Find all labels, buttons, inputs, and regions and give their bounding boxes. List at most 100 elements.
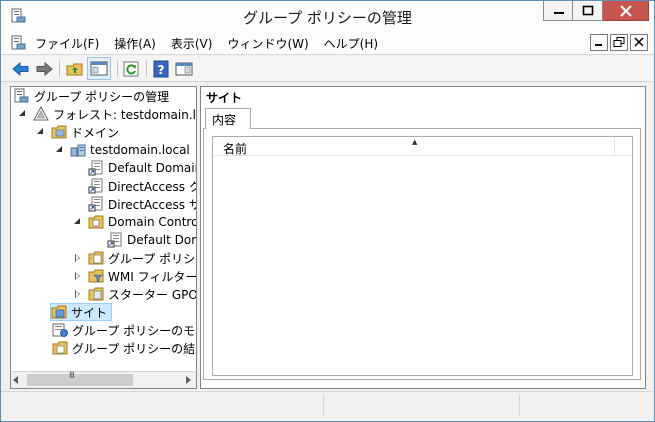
- forest-icon: [33, 106, 49, 121]
- tree-item-gpmc-root[interactable]: グループ ポリシーの管理: [14, 87, 169, 105]
- sort-ascending-icon: ▲: [412, 138, 418, 146]
- mmc-document-icon[interactable]: [11, 35, 27, 51]
- tree-item-sites[interactable]: サイト: [50, 303, 113, 321]
- status-segment: [323, 395, 519, 417]
- gpo-link-icon: [107, 232, 122, 248]
- tree-item-directaccess-client[interactable]: DirectAccess クライアントの設定: [88, 177, 196, 195]
- collapsed-arrow-icon[interactable]: [73, 289, 83, 299]
- expanded-arrow-icon[interactable]: [55, 145, 65, 155]
- toolbar: ?: [1, 56, 654, 82]
- tree-item-starter-gpo[interactable]: スターター GPO: [73, 285, 197, 303]
- column-header-name[interactable]: 名前 ▲: [213, 137, 615, 156]
- column-header-label: 名前: [223, 142, 248, 156]
- result-pane-title: サイト: [206, 91, 243, 105]
- child-close-button[interactable]: [630, 34, 648, 51]
- menu-help[interactable]: ヘルプ(H): [321, 35, 381, 52]
- toolbar-separator: [146, 60, 147, 77]
- tree-item-default-domain-policy[interactable]: Default Domain Policy: [88, 159, 196, 177]
- tree-label: WMI フィルター: [108, 269, 197, 284]
- toolbar-separator: [59, 60, 60, 77]
- results-icon: [52, 341, 68, 355]
- tree-label: スターター GPO: [108, 287, 197, 302]
- minimize-button[interactable]: [543, 1, 573, 21]
- tree-item-gp-modeling[interactable]: グループ ポリシーのモデル作成: [52, 321, 196, 339]
- tree-item-domain-controllers[interactable]: Domain Controllers: [73, 213, 196, 231]
- app-window: グループ ポリシーの管理 ファイル(F) 操作(A) 表示(V) ウィンドウ(W…: [0, 0, 655, 422]
- expanded-arrow-icon[interactable]: [18, 109, 28, 119]
- menu-file[interactable]: ファイル(F): [32, 35, 102, 52]
- close-button[interactable]: [603, 1, 649, 21]
- tree-item-testdomain[interactable]: testdomain.local: [55, 141, 190, 159]
- tree-label: Default Domain Controllers Policy: [127, 233, 196, 247]
- tree-item-domains[interactable]: ドメイン: [36, 123, 119, 141]
- tree-item-gp-results[interactable]: グループ ポリシーの結果: [52, 339, 197, 357]
- tree-item-gpo-folder[interactable]: グループ ポリシー オブジェクト: [73, 249, 196, 267]
- svg-text:?: ?: [158, 63, 165, 77]
- console-tree: グループ ポリシーの管理 フォレスト: testdomain.local ドメイ…: [10, 86, 197, 389]
- wmi-folder-icon: [88, 269, 104, 283]
- tree-item-directaccess-server[interactable]: DirectAccess サーバーの設定: [88, 195, 196, 213]
- restore-icon: [613, 37, 625, 47]
- collapsed-arrow-icon[interactable]: [73, 271, 83, 281]
- tree-label: DirectAccess クライアントの設定: [108, 179, 196, 194]
- up-folder-icon[interactable]: [65, 59, 85, 79]
- scroll-left-arrow-icon[interactable]: [13, 376, 18, 384]
- child-minimize-button[interactable]: [590, 34, 608, 51]
- forward-arrow-icon[interactable]: [34, 59, 54, 79]
- tree-label: サイト: [71, 305, 108, 320]
- tree-label: testdomain.local: [90, 143, 190, 157]
- tree-label: フォレスト: testdomain.local: [53, 107, 196, 122]
- show-hide-console-tree-button[interactable]: [87, 57, 111, 80]
- menu-action[interactable]: 操作(A): [111, 35, 159, 52]
- toolbar-separator: [117, 60, 118, 77]
- collapsed-arrow-icon[interactable]: [73, 253, 83, 263]
- tab-panel: 名前 ▲: [203, 128, 641, 380]
- tree-label: Default Domain Policy: [108, 161, 196, 175]
- tree-item-forest[interactable]: フォレスト: testdomain.local: [18, 105, 196, 123]
- tree-item-wmi-filters[interactable]: WMI フィルター: [73, 267, 197, 285]
- maximize-button[interactable]: [573, 1, 603, 21]
- menu-bar: ファイル(F) 操作(A) 表示(V) ウィンドウ(W) ヘルプ(H): [1, 31, 654, 55]
- menu-window[interactable]: ウィンドウ(W): [224, 35, 311, 52]
- scroll-right-arrow-icon[interactable]: [186, 376, 191, 384]
- tree-label: Domain Controllers: [108, 215, 196, 229]
- tree-label: グループ ポリシーの管理: [34, 89, 170, 104]
- maximize-icon: [582, 5, 594, 16]
- expanded-arrow-icon[interactable]: [73, 217, 83, 227]
- domain-icon: [70, 144, 86, 157]
- close-icon: [634, 37, 644, 47]
- tree-horizontal-scrollbar[interactable]: III: [10, 371, 197, 389]
- child-restore-button[interactable]: [610, 34, 628, 51]
- starter-gpo-folder-icon: [88, 287, 104, 301]
- domains-folder-icon: [51, 125, 67, 139]
- gpo-link-icon: [88, 160, 103, 176]
- sites-list[interactable]: 名前 ▲: [212, 136, 633, 376]
- tree-label: グループ ポリシーのモデル作成: [72, 323, 196, 338]
- gpo-link-icon: [88, 196, 103, 212]
- minimize-icon: [595, 44, 602, 46]
- back-arrow-icon[interactable]: [11, 59, 31, 79]
- scroll-grip-icon: III: [69, 371, 75, 381]
- ou-folder-icon: [88, 215, 104, 229]
- console-tree-icon: [90, 61, 108, 76]
- tree-label: DirectAccess サーバーの設定: [108, 197, 196, 212]
- refresh-icon[interactable]: [121, 59, 141, 79]
- gpo-folder-icon: [88, 251, 104, 265]
- tree-item-default-dc-policy[interactable]: Default Domain Controllers Policy: [107, 231, 196, 249]
- tree-label: ドメイン: [71, 125, 120, 140]
- minimize-icon: [554, 12, 564, 14]
- expanded-arrow-icon[interactable]: [36, 127, 46, 137]
- tab-contents[interactable]: 内容: [205, 108, 251, 129]
- scroll-thumb[interactable]: [27, 374, 133, 386]
- status-segment: [519, 395, 652, 417]
- status-bar: [1, 391, 654, 421]
- help-icon[interactable]: ?: [151, 59, 171, 79]
- list-header: 名前 ▲: [213, 137, 632, 156]
- action-pane-icon[interactable]: [174, 59, 194, 79]
- tree-label: グループ ポリシーの結果: [72, 341, 197, 356]
- title-bar: グループ ポリシーの管理: [1, 1, 654, 31]
- menu-view[interactable]: 表示(V): [168, 35, 216, 52]
- result-pane: サイト 内容 名前 ▲: [200, 86, 646, 389]
- modeling-icon: [52, 323, 68, 337]
- close-icon: [620, 5, 632, 17]
